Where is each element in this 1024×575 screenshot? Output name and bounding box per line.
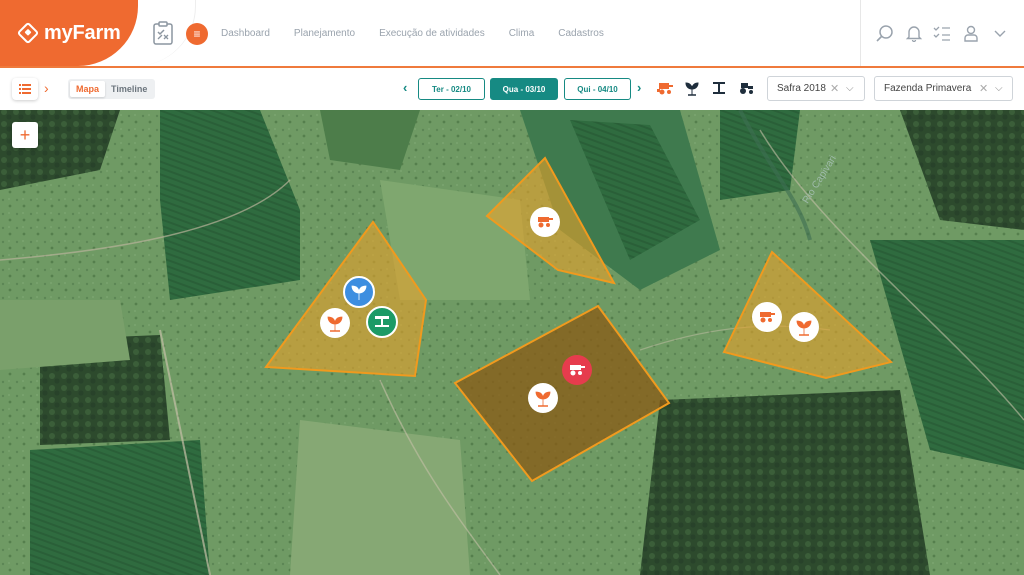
farm-select[interactable]: Fazenda Primavera ✕ ⌵ bbox=[874, 76, 1013, 101]
date-current-day[interactable]: Qua - 03/10 bbox=[490, 78, 558, 100]
list-view-button[interactable] bbox=[12, 78, 38, 100]
tractor-icon[interactable] bbox=[737, 80, 755, 96]
clear-farm-icon[interactable]: ✕ bbox=[979, 82, 988, 95]
date-prev-day[interactable]: Ter - 02/10 bbox=[418, 78, 485, 100]
date-next-day[interactable]: Qui - 04/10 bbox=[564, 78, 631, 100]
activity-filters bbox=[656, 80, 755, 96]
harvester-alert-marker[interactable] bbox=[562, 355, 592, 385]
season-select[interactable]: Safra 2018 ✕ ⌵ bbox=[767, 76, 865, 101]
logo-icon bbox=[16, 21, 40, 45]
zoom-in-button[interactable]: + bbox=[12, 122, 38, 148]
season-value: Safra 2018 bbox=[777, 83, 826, 94]
planting-marker[interactable] bbox=[789, 312, 819, 342]
prev-date-icon[interactable]: ‹ bbox=[403, 80, 407, 95]
main-nav: Dashboard Planejamento Execução de ativi… bbox=[221, 28, 604, 39]
tractor-marker[interactable] bbox=[366, 306, 398, 338]
nav-planejamento[interactable]: Planejamento bbox=[294, 28, 355, 39]
farm-value: Fazenda Primavera bbox=[884, 83, 972, 94]
app-name: myFarm bbox=[44, 21, 121, 44]
satellite-map[interactable]: Rio Capivari bbox=[0, 110, 1024, 575]
planting-marker[interactable] bbox=[320, 308, 350, 338]
search-icon[interactable] bbox=[876, 24, 894, 42]
clipboard-icon bbox=[152, 21, 173, 45]
expand-chevron-icon[interactable]: › bbox=[44, 80, 49, 96]
chevron-down-icon[interactable] bbox=[991, 24, 1009, 42]
list-icon bbox=[19, 84, 31, 94]
nav-execucao[interactable]: Execução de atividades bbox=[379, 28, 485, 39]
checklist-icon[interactable] bbox=[933, 24, 951, 42]
nav-dashboard[interactable]: Dashboard bbox=[221, 28, 270, 39]
view-toggle: Mapa Timeline bbox=[68, 79, 156, 99]
tab-mapa[interactable]: Mapa bbox=[70, 81, 106, 97]
bell-icon[interactable] bbox=[905, 24, 923, 42]
clear-season-icon[interactable]: ✕ bbox=[830, 82, 839, 95]
harvester-marker[interactable] bbox=[530, 207, 560, 237]
user-icon[interactable] bbox=[962, 24, 980, 42]
spraying-marker[interactable] bbox=[343, 276, 375, 308]
chevron-down-icon[interactable]: ⌵ bbox=[995, 83, 1003, 94]
spraying-icon[interactable] bbox=[710, 80, 728, 96]
tab-timeline[interactable]: Timeline bbox=[105, 81, 153, 97]
harvester-icon[interactable] bbox=[656, 80, 674, 96]
chevron-down-icon[interactable]: ⌵ bbox=[846, 83, 854, 94]
hamburger-icon: ≡ bbox=[193, 27, 201, 41]
nav-cadastros[interactable]: Cadastros bbox=[558, 28, 604, 39]
nav-clima[interactable]: Clima bbox=[509, 28, 535, 39]
planting-icon[interactable] bbox=[683, 80, 701, 96]
top-right-actions bbox=[860, 0, 1024, 66]
next-date-icon[interactable]: › bbox=[637, 80, 641, 95]
harvester-marker[interactable] bbox=[752, 302, 782, 332]
menu-button[interactable]: ≡ bbox=[186, 23, 208, 45]
planting-marker[interactable] bbox=[528, 383, 558, 413]
